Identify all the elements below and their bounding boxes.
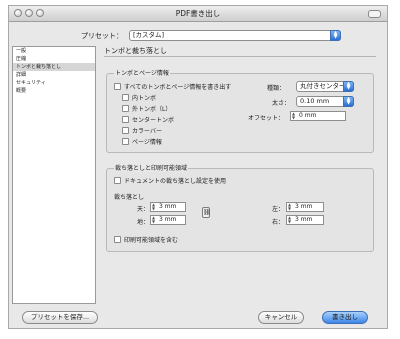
window-title: PDF書き出し bbox=[175, 9, 221, 18]
registration-marks-checkbox[interactable]: センタートンボ bbox=[122, 115, 174, 124]
zoom-icon[interactable] bbox=[36, 9, 44, 17]
preset-row: プリセット： [カスタム] ▲ ▼ bbox=[81, 30, 341, 41]
cancel-button[interactable]: キャンセル bbox=[258, 311, 304, 324]
section-title: トンボと裁ち落とし bbox=[104, 47, 167, 55]
stepper-icon[interactable]: ▲ ▼ bbox=[288, 203, 291, 211]
minimize-icon[interactable] bbox=[25, 9, 33, 17]
weight-label: 太さ： bbox=[272, 100, 291, 107]
offset-label: オフセット： bbox=[248, 115, 285, 122]
checkbox-box[interactable] bbox=[114, 83, 121, 90]
include-slug-checkbox[interactable]: 印刷可能領域を含む bbox=[114, 235, 178, 244]
stepper-icon[interactable]: ▲ ▼ bbox=[288, 216, 291, 224]
bleed-marks-checkbox[interactable]: 外トンボ（L） bbox=[122, 104, 171, 113]
checkbox-box[interactable] bbox=[122, 94, 129, 101]
sidebar-item-marks-and-bleeds[interactable]: トンボと裁ち落とし bbox=[13, 63, 95, 71]
color-bars-label: カラーバー bbox=[132, 128, 162, 135]
use-doc-bleed-checkbox[interactable]: ドキュメントの裁ち落とし設定を使用 bbox=[114, 176, 226, 185]
checkbox-box[interactable] bbox=[122, 138, 129, 145]
bottom-label: 地： bbox=[137, 219, 150, 226]
bleed-group-label: 裁ち落としと印刷可能領域 bbox=[114, 163, 189, 172]
bleed-top-value: 3 mm bbox=[159, 203, 177, 210]
checkbox-box[interactable] bbox=[114, 236, 121, 243]
toolbar-toggle-icon[interactable] bbox=[368, 10, 381, 18]
section-divider bbox=[104, 56, 376, 57]
crop-marks-checkbox[interactable]: 内トンボ bbox=[122, 93, 156, 102]
bleed-right-value: 3 mm bbox=[295, 216, 313, 223]
type-select[interactable]: 丸付きセンター ▲ ▼ bbox=[296, 81, 354, 92]
all-marks-checkbox[interactable]: すべてのトンボとページ情報を書き出す bbox=[114, 82, 231, 91]
checkbox-box[interactable] bbox=[114, 177, 121, 184]
offset-field[interactable]: ▲ ▼ 0 mm bbox=[290, 111, 346, 121]
title-bar: PDF書き出し bbox=[9, 6, 387, 22]
offset-value: 0 mm bbox=[299, 112, 317, 119]
weight-value: 0.10 mm bbox=[300, 97, 330, 105]
use-doc-bleed-label: ドキュメントの裁ち落とし設定を使用 bbox=[124, 178, 227, 185]
popup-arrows-icon: ▲ ▼ bbox=[330, 30, 341, 41]
bleed-top-field[interactable]: ▲ ▼ 3 mm bbox=[150, 202, 186, 212]
preset-label: プリセット： bbox=[81, 31, 123, 40]
left-label: 左： bbox=[272, 206, 285, 213]
export-button[interactable]: 書き出し bbox=[322, 311, 368, 324]
popup-arrows-icon: ▲ ▼ bbox=[343, 81, 354, 92]
close-icon[interactable] bbox=[14, 9, 22, 17]
checkbox-box[interactable] bbox=[122, 105, 129, 112]
registration-marks-label: センタートンボ bbox=[132, 117, 175, 124]
color-bars-checkbox[interactable]: カラーバー bbox=[122, 126, 162, 135]
sidebar-item-security[interactable]: セキュリティ bbox=[13, 79, 95, 87]
window-controls bbox=[14, 9, 44, 17]
save-preset-button[interactable]: プリセットを保存... bbox=[22, 311, 98, 324]
type-label: 種類： bbox=[267, 85, 286, 92]
popup-arrows-icon: ▲ ▼ bbox=[343, 96, 354, 107]
stepper-icon[interactable]: ▲ ▼ bbox=[292, 112, 295, 120]
marks-group-label: トンボとページ情報 bbox=[114, 68, 170, 77]
bleed-left-field[interactable]: ▲ ▼ 3 mm bbox=[286, 202, 324, 212]
crop-marks-label: 内トンボ bbox=[132, 95, 157, 102]
bleed-left-value: 3 mm bbox=[295, 203, 313, 210]
page-info-checkbox[interactable]: ページ情報 bbox=[122, 137, 162, 146]
preset-value: [カスタム] bbox=[133, 31, 165, 39]
right-label: 右： bbox=[272, 219, 285, 226]
preset-select[interactable]: [カスタム] ▲ ▼ bbox=[129, 30, 341, 41]
checkbox-box[interactable] bbox=[122, 127, 129, 134]
bleed-right-field[interactable]: ▲ ▼ 3 mm bbox=[286, 215, 324, 225]
stepper-icon[interactable]: ▲ ▼ bbox=[152, 203, 155, 211]
link-chain-icon[interactable]: ⛓ bbox=[202, 207, 211, 218]
all-marks-label: すべてのトンボとページ情報を書き出す bbox=[124, 84, 232, 91]
stepper-icon[interactable]: ▲ ▼ bbox=[152, 216, 155, 224]
bleed-bottom-field[interactable]: ▲ ▼ 3 mm bbox=[150, 215, 186, 225]
bleed-bottom-value: 3 mm bbox=[159, 216, 177, 223]
sidebar-item-compression[interactable]: 圧縮 bbox=[13, 55, 95, 63]
top-label: 天： bbox=[137, 206, 150, 213]
sidebar-item-advanced[interactable]: 詳細 bbox=[13, 71, 95, 79]
page-info-label: ページ情報 bbox=[132, 139, 162, 146]
sidebar-item-summary[interactable]: 概要 bbox=[13, 87, 95, 95]
checkbox-box[interactable] bbox=[122, 116, 129, 123]
category-sidebar: 一般 圧縮 トンボと裁ち落とし 詳細 セキュリティ 概要 bbox=[12, 46, 96, 304]
type-value: 丸付きセンター bbox=[300, 82, 346, 90]
weight-select[interactable]: 0.10 mm ▲ ▼ bbox=[296, 96, 354, 107]
sidebar-item-general[interactable]: 一般 bbox=[13, 47, 95, 55]
bleed-label: 裁ち落とし bbox=[114, 194, 145, 201]
include-slug-label: 印刷可能領域を含む bbox=[124, 237, 179, 244]
bleed-marks-label: 外トンボ（L） bbox=[132, 106, 172, 113]
